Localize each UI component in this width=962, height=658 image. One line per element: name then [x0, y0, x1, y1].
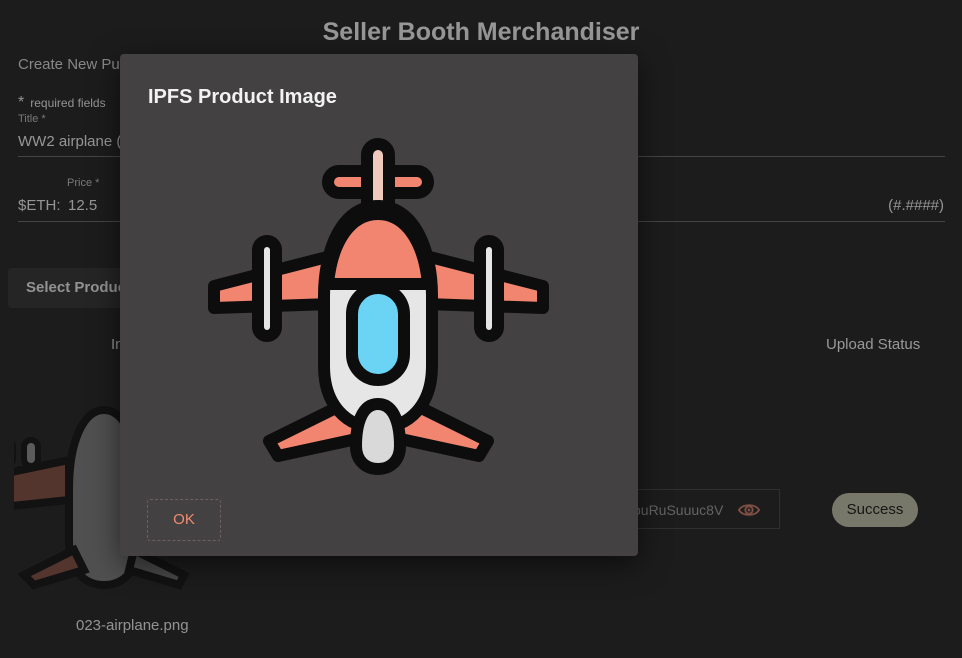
- airplane-icon: [208, 138, 549, 475]
- ok-button[interactable]: OK: [147, 499, 221, 541]
- ipfs-image-dialog: IPFS Product Image OK: [120, 54, 638, 556]
- dialog-title: IPFS Product Image: [148, 86, 337, 108]
